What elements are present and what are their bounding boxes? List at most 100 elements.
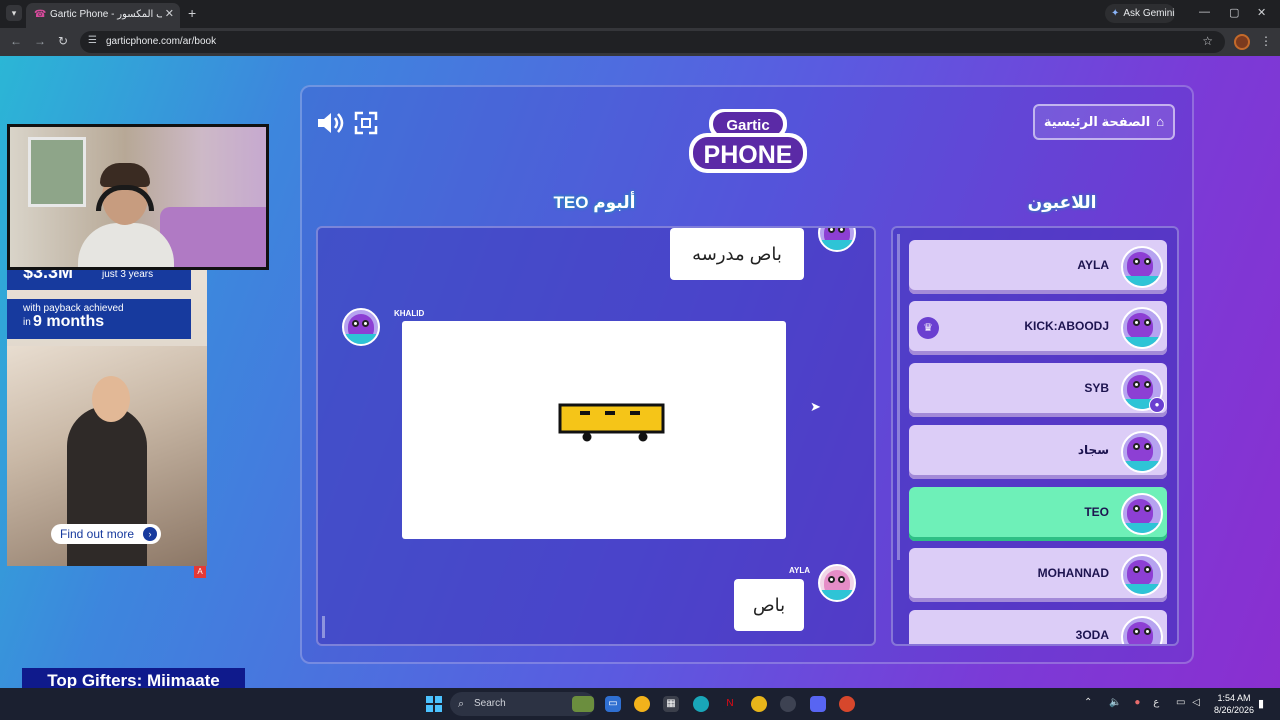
player-avatar <box>1121 616 1163 644</box>
system-tray[interactable]: ⌃ 🔈 ● ع ▭ ◁ <box>1084 697 1200 708</box>
windows-taskbar: ⌕ Search ▭ ▦ N ⌃ 🔈 ● ع ▭ ◁ 1:54 AM 8/26/2… <box>0 688 1280 720</box>
game-page: $3.3M just 3 years with payback achieved… <box>0 56 1280 688</box>
players-title: اللاعبون <box>1027 193 1097 212</box>
svg-text:Gartic: Gartic <box>726 117 769 134</box>
player-avatar <box>1121 307 1163 349</box>
drawing-author-name: KHALID <box>394 309 425 318</box>
url-text[interactable]: garticphone.com/ar/book <box>106 36 216 47</box>
gemini-sparkle-icon: ✦ <box>1111 8 1120 19</box>
arrow-right-icon: › <box>143 527 157 541</box>
game-panel: Gartic PHONE ⌂الصفحة الرئيسية ألبوم TEO … <box>300 85 1194 664</box>
player-name: MOHANNAD <box>1037 566 1109 580</box>
app-icon[interactable] <box>780 696 796 712</box>
store-icon[interactable]: ▦ <box>663 696 679 712</box>
svg-text:PHONE: PHONE <box>704 141 793 169</box>
site-info-icon[interactable]: ☰ <box>88 35 97 46</box>
profile-avatar[interactable] <box>1234 34 1250 50</box>
network-icon[interactable]: ▭ <box>1176 697 1185 708</box>
player-card[interactable]: AYLA <box>909 240 1167 294</box>
player-avatar <box>818 228 856 252</box>
browser-menu-icon[interactable]: ⋮ <box>1260 34 1272 48</box>
tab-gartic-phone[interactable]: ☎ Gartic Phone - الهاتف المكسور ✕ <box>26 3 180 28</box>
task-view-icon[interactable]: ▭ <box>605 696 621 712</box>
home-page-button[interactable]: ⌂ الصفحة الرئيسية <box>1033 104 1175 140</box>
player-card[interactable]: KICK:ABOODJ ♛ <box>909 301 1167 355</box>
maximize-button[interactable]: ▢ <box>1229 6 1239 19</box>
bookmark-star-icon[interactable]: ☆ <box>1202 34 1213 48</box>
guess-bubble: باص مدرسه <box>670 228 804 280</box>
guess-bubble: باص <box>734 579 804 631</box>
clock-time[interactable]: 1:54 AM <box>1214 693 1254 703</box>
ask-gemini-label: Ask Gemini <box>1123 8 1175 19</box>
player-name: سجاد <box>1077 443 1109 457</box>
chrome-active-icon[interactable] <box>839 696 855 712</box>
ad-banner[interactable]: $3.3M just 3 years with payback achieved… <box>7 266 207 566</box>
top-gifters-banner: Top Gifters: Miimaate <box>22 668 245 688</box>
home-button-label: الصفحة الرئيسية <box>1043 114 1151 129</box>
gartic-phone-logo: Gartic PHONE <box>689 109 807 173</box>
reload-icon[interactable]: ↻ <box>58 34 68 48</box>
player-card[interactable]: MOHANNAD <box>909 548 1167 602</box>
windows-start-icon[interactable] <box>426 696 442 712</box>
keyboard-language[interactable]: ع <box>1153 697 1159 708</box>
minimize-button[interactable]: — <box>1199 6 1210 18</box>
khalid-avatar <box>342 308 380 346</box>
ayla-avatar <box>818 564 856 602</box>
tab-search-menu-icon[interactable]: ▾ <box>6 5 22 21</box>
ask-gemini-button[interactable]: ✦ Ask Gemini <box>1105 4 1175 23</box>
mic-icon[interactable]: ● <box>1134 697 1140 708</box>
forward-icon[interactable]: → <box>34 34 46 48</box>
omnibox[interactable]: ☰ garticphone.com/ar/book ☆ <box>80 31 1225 53</box>
webcam-overlay <box>7 124 269 270</box>
home-icon: ⌂ <box>1156 114 1165 129</box>
chrome-icon[interactable] <box>751 696 767 712</box>
edge-icon[interactable] <box>693 696 709 712</box>
players-panel[interactable]: AYLA KICK:ABOODJ ♛ SYB ● سجاد TEO MOHANNAD 3ODA <box>891 226 1179 646</box>
drawing-canvas <box>402 321 786 539</box>
player-card[interactable]: TEO <box>909 487 1167 541</box>
ad-payback-strip: with payback achieved in 9 months <box>7 299 191 339</box>
browser-tab-bar: ▾ ☎ Gartic Phone - الهاتف المكسور ✕ + ✦A… <box>0 0 1280 28</box>
file-explorer-icon[interactable] <box>634 696 650 712</box>
player-card[interactable]: سجاد <box>909 425 1167 479</box>
clock-date[interactable]: 8/26/2026 <box>1210 705 1258 715</box>
speaker-icon[interactable]: ◁ <box>1192 697 1200 708</box>
user-badge-icon: ● <box>1149 397 1165 413</box>
gartic-favicon-icon: ☎ <box>34 9 47 20</box>
album-panel[interactable]: باص مدرسه KHALID AYLA باص <box>316 226 876 646</box>
close-window-button[interactable]: ✕ <box>1257 6 1266 19</box>
bus-drawing <box>558 403 665 442</box>
bottom-author-name: AYLA <box>789 566 811 575</box>
player-avatar <box>1121 554 1163 596</box>
ad-years: just 3 years <box>102 269 154 280</box>
netflix-icon[interactable]: N <box>722 696 738 712</box>
ad-choices-badge[interactable]: A <box>194 566 206 578</box>
player-avatar <box>1121 246 1163 288</box>
tray-overflow-icon[interactable]: ⌃ <box>1084 697 1092 708</box>
taskbar-search-label: Search <box>474 698 506 709</box>
tab-close-icon[interactable]: ✕ <box>165 7 174 20</box>
new-tab-button[interactable]: + <box>188 5 196 21</box>
player-name: 3ODA <box>1075 628 1109 642</box>
address-bar-row: ← → ↻ ☰ garticphone.com/ar/book ☆ <box>0 28 1280 56</box>
fullscreen-icon[interactable] <box>354 111 378 135</box>
player-card[interactable]: SYB ● <box>909 363 1167 417</box>
notification-icon[interactable]: ▮ <box>1258 697 1264 710</box>
tab-title: Gartic Phone - الهاتف المكسور <box>50 9 162 20</box>
player-name: AYLA <box>1077 258 1109 272</box>
ad-payback-months: 9 months <box>33 313 105 330</box>
volume-icon[interactable] <box>316 111 344 135</box>
crown-icon: ♛ <box>917 317 939 339</box>
widgets-icon[interactable] <box>572 696 594 712</box>
mouse-cursor-icon: ➤ <box>810 399 821 414</box>
volume-tray-icon[interactable]: 🔈 <box>1109 697 1121 708</box>
player-card[interactable]: 3ODA <box>909 610 1167 644</box>
back-icon[interactable]: ← <box>10 34 22 48</box>
album-title: ألبوم TEO <box>553 193 636 212</box>
discord-icon[interactable] <box>810 696 826 712</box>
ad-payback-in: in <box>23 317 31 328</box>
players-scrollbar[interactable] <box>897 234 900 560</box>
album-scrollbar[interactable] <box>322 616 325 638</box>
ad-find-out-more-button[interactable]: Find out more › <box>51 524 161 544</box>
player-avatar <box>1121 493 1163 535</box>
